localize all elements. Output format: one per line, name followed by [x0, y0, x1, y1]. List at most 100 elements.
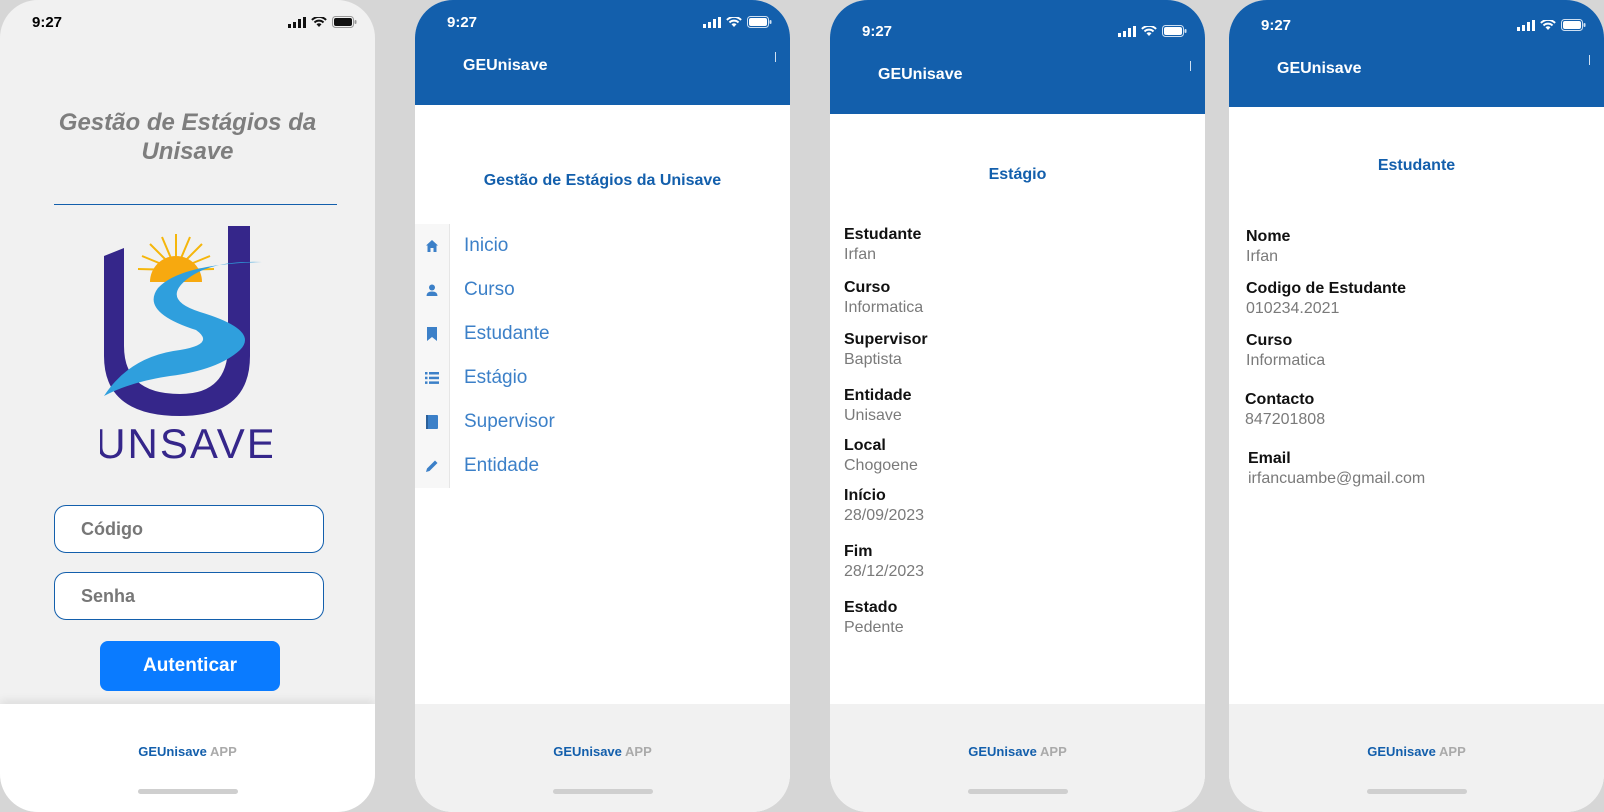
status-bar: 9:27 [415, 0, 790, 44]
footer-brand-suffix: APP [625, 744, 652, 759]
detail-label: Contacto [1245, 391, 1315, 408]
menu-item-label: Inicio [464, 235, 509, 256]
detail-row: Estudante Irfan [844, 226, 921, 264]
detail-row: Email irfancuambe@gmail.com [1248, 450, 1425, 488]
list-icon [415, 356, 450, 400]
wifi-icon [311, 16, 327, 27]
app-footer: GEUnisave APP [830, 704, 1205, 812]
menu-screen: 9:27 GEUnisave Gestão de Estágios da Uni… [415, 0, 790, 812]
detail-value: Irfan [1246, 248, 1279, 265]
status-icons [703, 16, 772, 28]
logo-wordmark: UNSAVE [100, 420, 272, 466]
detail-value: irfancuambe@gmail.com [1248, 470, 1426, 487]
footer-brand: GEUnisave APP [415, 744, 790, 759]
bookmark-icon [415, 312, 450, 356]
app-header: 9:27 GEUnisave [415, 0, 790, 105]
menu-item-estagio[interactable]: Estágio [415, 356, 790, 400]
status-time: 9:27 [862, 23, 893, 40]
menu-item-label: Curso [464, 279, 515, 300]
signal-icon [1118, 25, 1136, 37]
status-bar: 9:27 [1229, 3, 1604, 47]
unisave-logo: UNSAVE [95, 226, 275, 467]
footer-brand-main: GEUnisave [1367, 744, 1436, 759]
code-input[interactable] [55, 506, 323, 552]
header-mark [775, 52, 776, 62]
battery-icon [332, 16, 357, 28]
detail-label: Entidade [844, 387, 912, 404]
detail-row: Local Chogoene [844, 437, 918, 475]
signal-icon [1517, 19, 1535, 31]
detail-row: Início 28/09/2023 [844, 487, 924, 525]
status-bar: 9:27 [0, 0, 375, 44]
login-screen: 9:27 Gestão de Estágios da Unisave UNSAV… [0, 0, 375, 812]
status-time: 9:27 [1261, 17, 1292, 34]
header-mark [1190, 61, 1191, 71]
password-field[interactable] [54, 572, 324, 620]
menu-item-curso[interactable]: Curso [415, 268, 790, 312]
status-icons [1517, 19, 1586, 31]
home-indicator[interactable] [552, 789, 653, 794]
menu-item-label: Estágio [464, 367, 528, 388]
detail-label: Estado [844, 599, 898, 616]
battery-icon [747, 16, 772, 28]
detail-value: Informatica [844, 299, 924, 316]
detail-value: Pedente [844, 619, 904, 636]
home-indicator[interactable] [967, 789, 1068, 794]
detail-label: Curso [844, 279, 891, 296]
menu-item-label: Estudante [464, 323, 550, 344]
detail-row: Codigo de Estudante 010234.2021 [1246, 280, 1406, 318]
menu-item-entidade[interactable]: Entidade [415, 444, 790, 488]
app-title: GEUnisave [1277, 60, 1362, 77]
app-footer: GEUnisave APP [415, 704, 790, 812]
status-icons [288, 16, 357, 28]
detail-value: 28/12/2023 [844, 563, 925, 580]
detail-label: Email [1248, 450, 1291, 467]
main-menu: Inicio Curso Estudante Estágio Superviso… [415, 224, 790, 488]
detail-label: Supervisor [844, 331, 928, 348]
footer-brand: GEUnisave APP [830, 744, 1205, 759]
detail-value: 28/09/2023 [844, 507, 925, 524]
detail-row: Supervisor Baptista [844, 331, 928, 369]
detail-value: Baptista [844, 351, 902, 368]
app-footer: GEUnisave APP [0, 704, 375, 812]
home-indicator[interactable] [1366, 789, 1467, 794]
page-title: Estágio [988, 166, 1047, 183]
page-title: Gestão de Estágios da Unisave [483, 172, 722, 189]
app-footer: GEUnisave APP [1229, 704, 1604, 812]
detail-label: Fim [844, 543, 873, 560]
signal-icon [288, 16, 306, 28]
detail-row: Fim 28/12/2023 [844, 543, 924, 581]
menu-item-estudante[interactable]: Estudante [415, 312, 790, 356]
authenticate-button[interactable]: Autenticar [100, 641, 280, 691]
detail-label: Local [844, 437, 886, 454]
password-input[interactable] [55, 573, 323, 619]
unisave-logo-graphic: UNSAVE [95, 226, 275, 467]
detail-row: Estado Pedente [844, 599, 904, 637]
status-time: 9:27 [32, 14, 63, 31]
detail-label: Início [844, 487, 886, 504]
footer-brand: GEUnisave APP [1229, 744, 1604, 759]
home-icon [415, 224, 450, 268]
title-divider [54, 204, 337, 205]
detail-value: Informatica [1246, 352, 1326, 369]
signal-icon [703, 16, 721, 28]
footer-brand-main: GEUnisave [553, 744, 622, 759]
footer-brand-main: GEUnisave [138, 744, 207, 759]
wifi-icon [1540, 19, 1556, 30]
menu-item-label: Supervisor [464, 411, 555, 432]
estudante-screen: 9:27 GEUnisave Estudante Nome Irfan Codi… [1229, 0, 1604, 812]
footer-brand-suffix: APP [210, 744, 237, 759]
person-icon [415, 268, 450, 312]
menu-item-supervisor[interactable]: Supervisor [415, 400, 790, 444]
detail-value: Irfan [844, 246, 877, 263]
home-indicator[interactable] [137, 789, 238, 794]
estagio-screen: 9:27 GEUnisave Estágio Estudante Irfan C… [830, 0, 1205, 812]
detail-value: Chogoene [844, 457, 918, 474]
detail-row: Curso Informatica [844, 279, 923, 317]
menu-item-inicio[interactable]: Inicio [415, 224, 790, 268]
code-field[interactable] [54, 505, 324, 553]
detail-row: Nome Irfan [1246, 228, 1290, 266]
app-title: GEUnisave [878, 66, 963, 83]
login-title: Gestão de Estágios da Unisave [58, 109, 317, 165]
status-bar: 9:27 [830, 9, 1205, 53]
